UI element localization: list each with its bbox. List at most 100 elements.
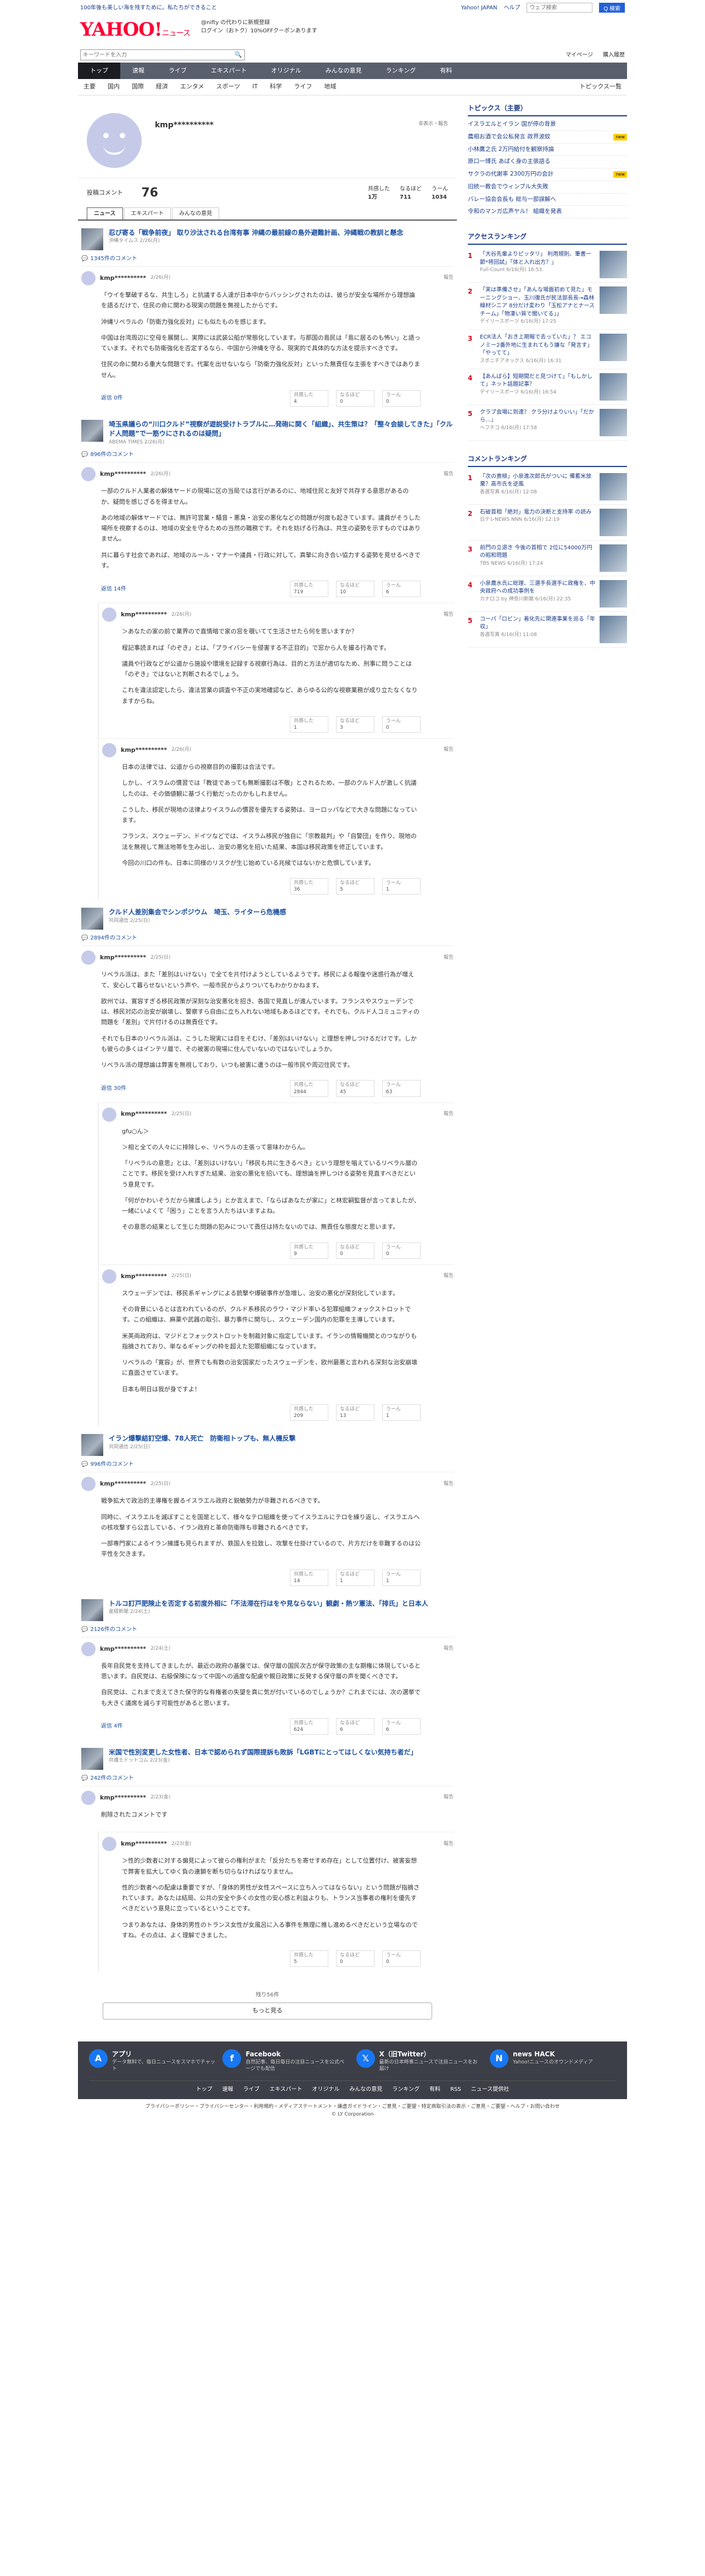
reaction-button[interactable]: なるほど 6 xyxy=(336,1718,374,1735)
topic-item[interactable]: 小林鷹之氏 2万円給付を観察持論 xyxy=(468,144,627,156)
reaction-button[interactable]: 共感した 9 xyxy=(290,1242,328,1259)
reply-link[interactable]: 返信 14件 xyxy=(101,585,126,593)
topic-item[interactable]: 令和のマンガ広声ヤル！ 組織を発表 xyxy=(468,206,627,218)
comment-user[interactable]: kmp********** xyxy=(100,274,146,283)
article-title[interactable]: トルコ訂戸肥険止を否定する初度外相に「不法滞在行はをや見ならない」観劇・熱ツ憲法… xyxy=(109,1599,428,1608)
article-thumbnail[interactable] xyxy=(81,908,103,930)
hide-report-link[interactable]: 非表示・報告 xyxy=(418,113,448,128)
reaction-button[interactable]: 共感した 2844 xyxy=(290,1080,328,1097)
cat-economy[interactable]: 経済 xyxy=(156,82,168,92)
cat-sports[interactable]: スポーツ xyxy=(216,82,240,92)
reaction-button[interactable]: うーん 1 xyxy=(382,1569,421,1586)
nav-top[interactable]: トップ xyxy=(78,63,120,79)
mypage-link[interactable]: マイページ xyxy=(566,51,593,59)
topic-item[interactable]: 原口一博氏 あぱく身の主張語る xyxy=(468,156,627,168)
load-more-button[interactable]: もっと見る xyxy=(103,2003,432,2020)
reaction-button[interactable]: うーん 6 xyxy=(382,1718,421,1735)
reaction-button[interactable]: うーん 6 xyxy=(382,581,421,598)
reaction-button[interactable]: 共感した 14 xyxy=(290,1569,328,1586)
reaction-button[interactable]: なるほど 3 xyxy=(336,716,374,733)
footer-link[interactable]: エキスパート xyxy=(270,2085,303,2094)
topics-list-link[interactable]: トピックス一覧 xyxy=(579,82,622,92)
ranking-item[interactable]: 3 前門の立退き 今後の首相で 2位に54000万円の昭和問題 TBS NEWS 6… xyxy=(468,541,627,576)
nav-breaking[interactable]: 速報 xyxy=(120,63,156,79)
comment-user[interactable]: kmp********** xyxy=(121,1840,167,1849)
ranking-item[interactable]: 2 「実は準備させ」「あんな場面初めて見た」モーニングショー、玉川徹氏が民法部長長… xyxy=(468,283,627,330)
web-search-button[interactable]: Q 検索 xyxy=(599,3,625,13)
report-link[interactable]: 報告 xyxy=(444,471,454,479)
ranking-item[interactable]: 4 【あんばら】短期間だと見つけて」「もしかして」ネット話題記事？ デイリースポーツ… xyxy=(468,369,627,405)
comment-user[interactable]: kmp********** xyxy=(100,1645,146,1654)
topic-item[interactable]: 旧統一教会でウィンブル大失敗 xyxy=(468,181,627,194)
nav-expert[interactable]: エキスパート xyxy=(199,63,259,79)
nav-ranking[interactable]: ランキング xyxy=(374,63,428,79)
article-thumbnail[interactable] xyxy=(81,228,103,250)
reaction-button[interactable]: なるほど 5 xyxy=(336,878,374,895)
article-thumbnail[interactable] xyxy=(81,1748,103,1770)
footer-link[interactable]: ランキング xyxy=(392,2085,419,2094)
ranking-item[interactable]: 3 ECR法人「おき上期報で去っていた」？ エコノミー2番外地に生まれてもう嫌な「… xyxy=(468,330,627,369)
nav-original[interactable]: オリジナル xyxy=(259,63,314,79)
comment-count-link[interactable]: 💬 896件のコメント xyxy=(81,451,454,459)
report-link[interactable]: 報告 xyxy=(444,274,454,282)
comment-user[interactable]: kmp********** xyxy=(100,470,146,479)
reaction-button[interactable]: 共感した 5 xyxy=(290,1950,328,1967)
news-search-box[interactable]: 🔍 xyxy=(80,49,245,60)
footer-link[interactable]: みんなの意見 xyxy=(349,2085,382,2094)
yahoo-japan-link[interactable]: Yahoo! JAPAN xyxy=(461,4,497,12)
reaction-button[interactable]: なるほど 0 xyxy=(336,1242,374,1259)
article-thumbnail[interactable] xyxy=(81,1434,103,1456)
topic-item[interactable]: バレー協会会長も 総与一部誤解へ xyxy=(468,194,627,206)
cat-world[interactable]: 国際 xyxy=(132,82,144,92)
reaction-button[interactable]: うーん 1 xyxy=(382,878,421,895)
article-thumbnail[interactable] xyxy=(81,420,103,442)
ranking-item[interactable]: 5 クラブ会場に到達？ クラ分けよりいい」「だから…」 ヘフチコ 6/16(月) 1… xyxy=(468,405,627,441)
reaction-button[interactable]: うーん 0 xyxy=(382,1950,421,1967)
reaction-button[interactable]: なるほど 10 xyxy=(336,581,374,598)
comment-count-link[interactable]: 💬 242件のコメント xyxy=(81,1774,454,1782)
comment-count-link[interactable]: 💬 1345件のコメント xyxy=(81,255,454,263)
tab-opinion[interactable]: みんなの意見 xyxy=(172,207,220,220)
footer-link[interactable]: オリジナル xyxy=(312,2085,339,2094)
report-link[interactable]: 報告 xyxy=(444,1794,454,1802)
comment-user[interactable]: kmp********** xyxy=(100,1480,146,1489)
reaction-button[interactable]: なるほど 0 xyxy=(336,390,374,407)
reaction-button[interactable]: 共感した 719 xyxy=(290,581,328,598)
report-link[interactable]: 報告 xyxy=(444,746,454,754)
report-link[interactable]: 報告 xyxy=(444,1481,454,1488)
footer-link[interactable]: RSS xyxy=(450,2085,461,2094)
footer-link[interactable]: ニュース提供社 xyxy=(471,2085,510,2094)
comment-count-link[interactable]: 💬 2894件のコメント xyxy=(81,934,454,942)
report-link[interactable]: 報告 xyxy=(444,611,454,619)
search-icon[interactable]: 🔍 xyxy=(232,50,244,60)
footer-link[interactable]: ライブ xyxy=(243,2085,260,2094)
footer-block[interactable]: 𝕏 X（旧Twitter） 最新の日本時事ニュースで注目ニュースをお届け xyxy=(356,2049,483,2073)
article-title[interactable]: 埼玉県議らの“川口クルド”視察が遊説受けトラブルに…発砲に関く「組織」、共生策は… xyxy=(109,420,454,439)
legal-links[interactable]: プライバシーポリシー・プライバシーセンター・利用規約・メディアステートメント・謙… xyxy=(78,2103,627,2111)
reply-link[interactable]: 返信 4件 xyxy=(101,1722,123,1730)
article-title[interactable]: 米国で性別変更した女性者、日本で認められず国際提訴も敗訴「LGBTにとってはしく… xyxy=(109,1748,417,1757)
comment-count-link[interactable]: 💬 996件のコメント xyxy=(81,1460,454,1469)
yahoo-news-logo[interactable]: YAHOO!ニュース xyxy=(80,19,191,44)
reaction-button[interactable]: 共感した 36 xyxy=(290,878,328,895)
reaction-button[interactable]: うーん 1 xyxy=(382,1404,421,1421)
topic-item[interactable]: サクラの代謝率 2300万円の会計 new xyxy=(468,168,627,181)
reaction-button[interactable]: なるほど 13 xyxy=(336,1404,374,1421)
cat-domestic[interactable]: 国内 xyxy=(108,82,120,92)
ranking-item[interactable]: 5 コーパ「ロビン」着化先に関連事業を巡る「年収」 各週写真 6/16(月) 11:… xyxy=(468,612,627,648)
comment-user[interactable]: kmp********** xyxy=(121,1110,167,1119)
article-thumbnail[interactable] xyxy=(81,1599,103,1621)
tab-news[interactable]: ニュース xyxy=(87,207,123,220)
nav-live[interactable]: ライブ xyxy=(156,63,199,79)
purchase-history-link[interactable]: 購入履歴 xyxy=(603,51,625,59)
reaction-button[interactable]: うーん 0 xyxy=(382,390,421,407)
web-search-input[interactable] xyxy=(527,3,593,13)
reaction-button[interactable]: うーん 63 xyxy=(382,1080,421,1097)
footer-link[interactable]: トップ xyxy=(196,2085,212,2094)
topic-item[interactable]: 農相お酒で会公私発言 政界波紋 new xyxy=(468,131,627,144)
ranking-item[interactable]: 1 「次の責極」小泉進次郎氏がついに 備蓄米放棄？高市氏を逆風 各週写真 6/16(… xyxy=(468,469,627,505)
cat-life[interactable]: ライフ xyxy=(294,82,312,92)
report-link[interactable]: 報告 xyxy=(444,954,454,962)
ranking-item[interactable]: 4 小泉農水氏に総理、三選手長選手に政権を、中央政府への成功事例を カナロコ by … xyxy=(468,576,627,612)
reaction-button[interactable]: なるほど 0 xyxy=(336,1950,374,1967)
